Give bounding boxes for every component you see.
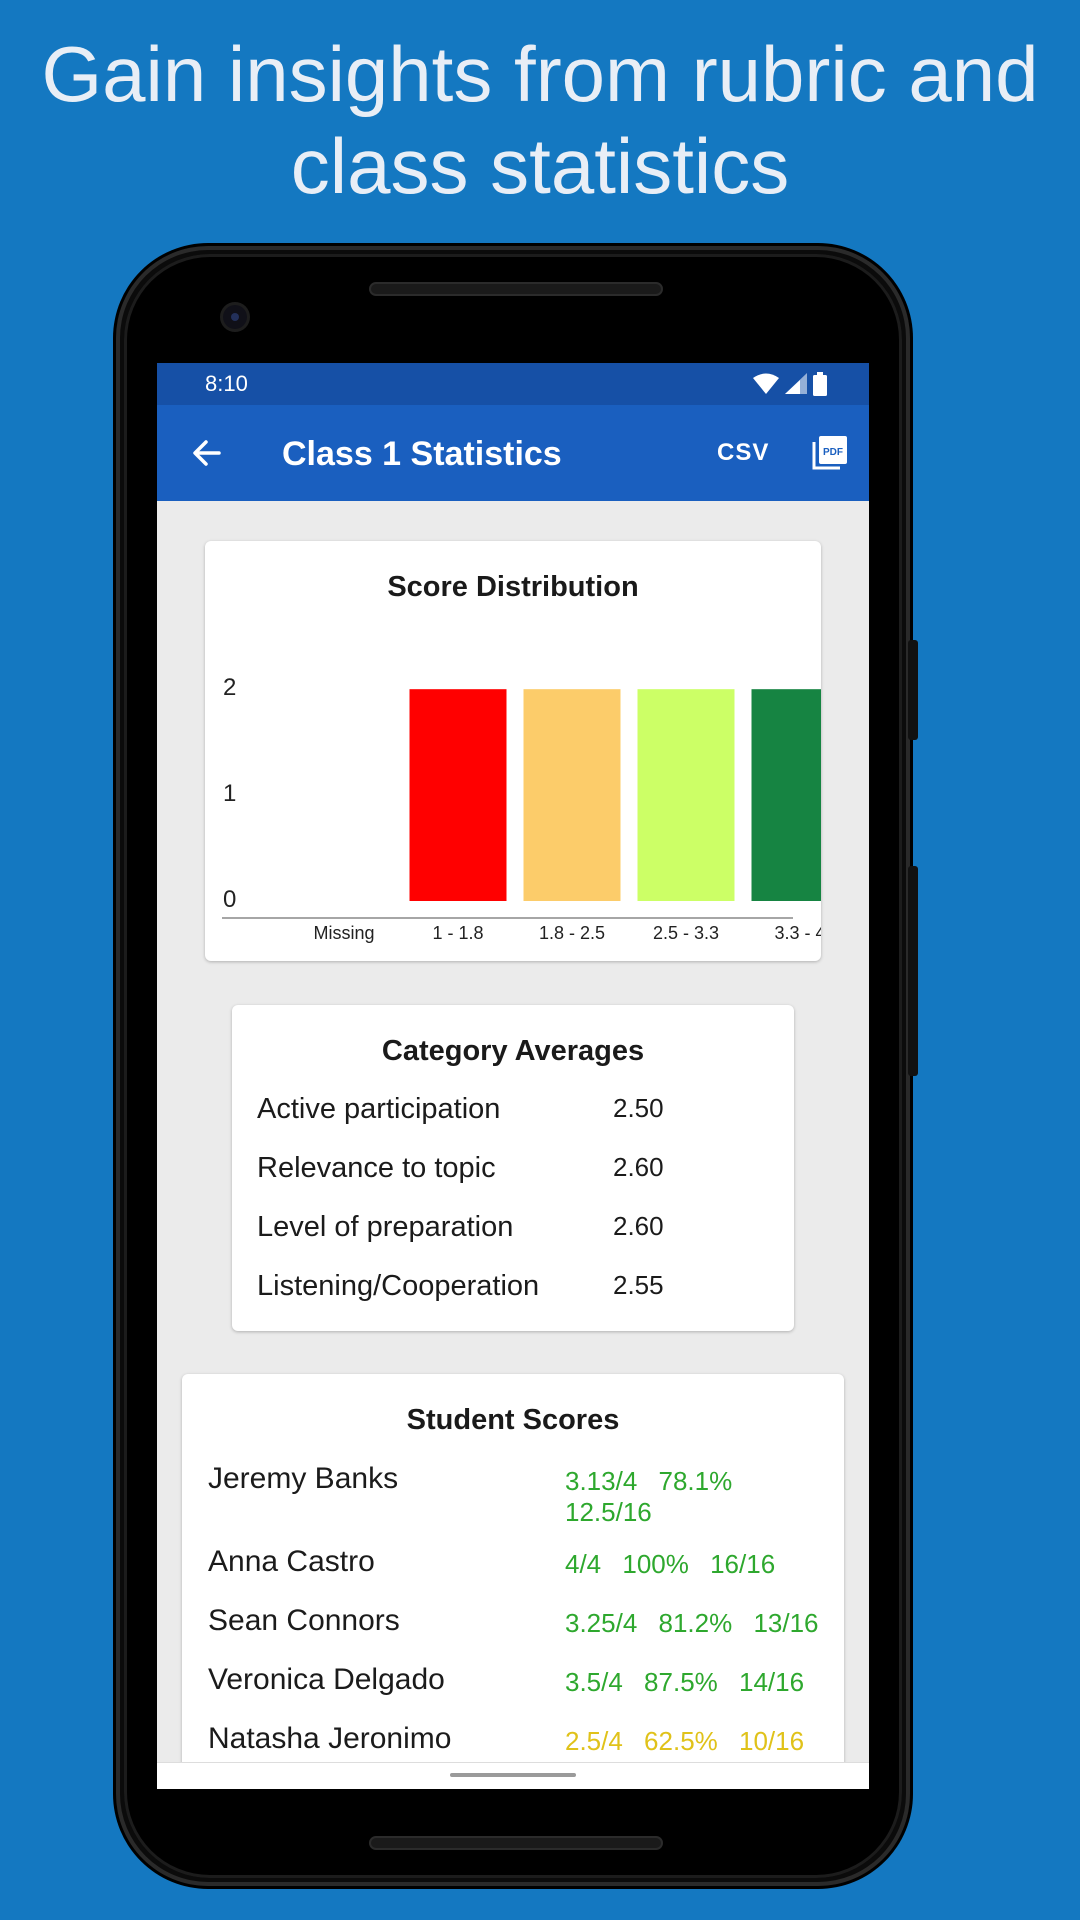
x-tick-label: 2.5 - 3.3: [653, 923, 719, 943]
pdf-icon[interactable]: PDF: [809, 433, 849, 473]
student-name: Natasha Jeronimo: [208, 1722, 452, 1755]
phone-screen: 8:10 Class 1 Statistics CSV PDF Score Di…: [157, 363, 869, 1789]
student-score: 4/4 100% 16/16: [565, 1549, 776, 1579]
app-bar: Class 1 Statistics CSV PDF: [157, 405, 869, 501]
bar: [637, 689, 735, 901]
student-score: 3.13/4 78.1% 12.5/16: [565, 1466, 733, 1527]
status-time: 8:10: [205, 371, 248, 396]
y-tick-label: 2: [223, 674, 236, 701]
average-label: Listening/Cooperation: [257, 1270, 540, 1302]
average-label: Relevance to topic: [257, 1152, 496, 1184]
earpiece-speaker: [369, 282, 663, 296]
home-gesture-handle[interactable]: [450, 1773, 576, 1777]
bar: [751, 689, 821, 901]
bottom-speaker: [369, 1836, 663, 1850]
average-row: Active participation 2.50: [257, 1093, 777, 1126]
gesture-nav-bar: [157, 1762, 869, 1789]
average-row: Listening/Cooperation 2.55: [257, 1270, 777, 1303]
cell-signal-icon: [785, 373, 807, 394]
power-button: [908, 640, 918, 740]
student-scores-title: Student Scores: [406, 1404, 620, 1436]
headline-line-2: class statistics: [290, 122, 790, 210]
score-distribution-card: Score Distribution 0 1 2 Missing 1 - 1.8 1.8 …: [205, 541, 821, 961]
wifi-icon: [753, 373, 779, 394]
csv-export-button[interactable]: CSV: [717, 439, 769, 467]
x-tick-label: 1 - 1.8: [432, 923, 483, 943]
page-title: Class 1 Statistics: [282, 435, 562, 473]
student-name: Veronica Delgado: [208, 1663, 445, 1696]
bar: [409, 689, 507, 901]
average-value: 2.50: [613, 1093, 664, 1123]
battery-icon: [813, 372, 827, 396]
average-value: 2.60: [613, 1211, 664, 1241]
average-value: 2.60: [613, 1152, 664, 1182]
category-averages-card: Category Averages Active participation 2…: [232, 1005, 794, 1331]
student-score: 3.5/4 87.5% 14/16: [565, 1667, 805, 1697]
front-camera: [223, 305, 247, 329]
x-tick-label: 3.3 - 4: [774, 923, 821, 943]
y-tick-label: 1: [223, 780, 236, 807]
student-name: Sean Connors: [208, 1604, 400, 1637]
arrow-left-icon[interactable]: [187, 433, 227, 473]
pdf-icon-label: PDF: [823, 447, 843, 458]
student-scores-card: Student Scores Jeremy Banks 3.13/4 78.1%…: [182, 1374, 844, 1789]
student-name: Jeremy Banks: [208, 1462, 399, 1495]
headline-line-1: Gain insights from rubric and: [41, 30, 1039, 118]
student-score: 2.5/4 62.5% 10/16: [565, 1726, 805, 1756]
average-value: 2.55: [613, 1270, 664, 1300]
average-row: Level of preparation 2.60: [257, 1211, 777, 1244]
volume-button: [908, 866, 918, 1076]
score-distribution-chart: 0 1 2 Missing 1 - 1.8 1.8 - 2.5 2.5 - 3.3 3.3 -…: [222, 674, 821, 943]
student-name: Anna Castro: [208, 1545, 375, 1578]
category-averages-title: Category Averages: [381, 1035, 645, 1067]
x-tick-label: 1.8 - 2.5: [539, 923, 605, 943]
average-label: Active participation: [257, 1093, 501, 1125]
status-icons: [753, 372, 827, 396]
y-tick-label: 0: [223, 886, 236, 913]
headline: Gain insights from rubric and class stat…: [0, 28, 1080, 212]
student-score: 3.25/4 81.2% 13/16: [565, 1608, 819, 1638]
x-tick-label: Missing: [313, 923, 374, 943]
average-row: Relevance to topic 2.60: [257, 1152, 777, 1185]
status-bar: 8:10: [157, 363, 869, 405]
average-label: Level of preparation: [257, 1211, 514, 1243]
bar: [523, 689, 621, 901]
